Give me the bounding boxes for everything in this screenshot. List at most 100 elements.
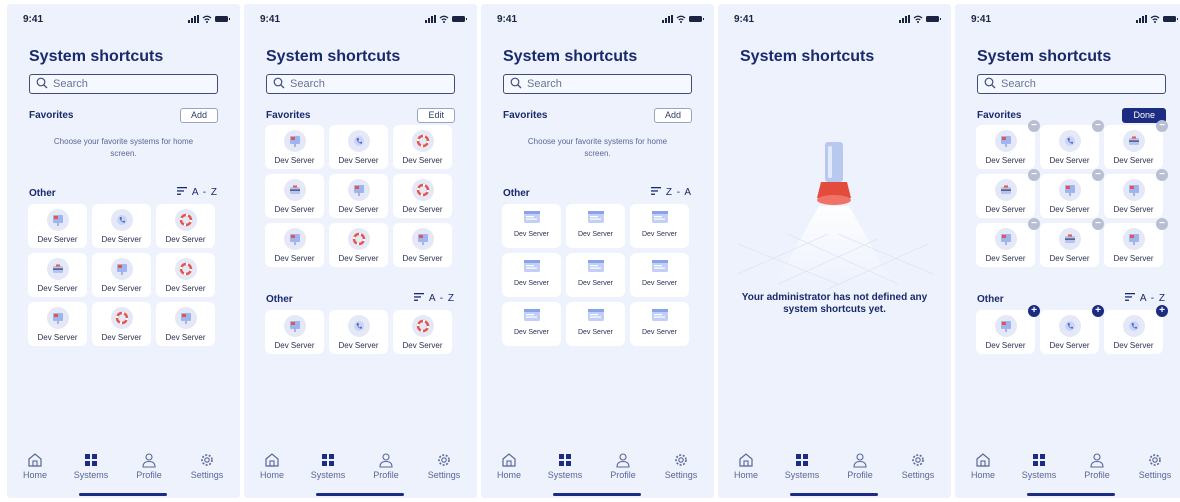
favorites-add-button[interactable]: Add bbox=[179, 108, 218, 123]
system-card-label: Dev Server bbox=[338, 205, 379, 214]
add-favorite-button[interactable]: + bbox=[1092, 305, 1104, 317]
search-input[interactable]: Search bbox=[977, 74, 1166, 94]
system-card[interactable]: Dev Server bbox=[630, 253, 689, 297]
tab-profile[interactable]: Profile bbox=[125, 452, 173, 480]
tab-settings[interactable]: Settings bbox=[183, 452, 231, 480]
tab-home[interactable]: Home bbox=[485, 452, 533, 480]
system-card[interactable]: Dev Server + bbox=[1040, 305, 1104, 354]
system-card[interactable]: Dev Server bbox=[393, 310, 452, 354]
system-card[interactable]: Dev Server − bbox=[976, 169, 1040, 218]
system-card[interactable]: Dev Server bbox=[28, 204, 87, 248]
system-card[interactable]: Dev Server − bbox=[1104, 218, 1168, 267]
tab-settings[interactable]: Settings bbox=[420, 452, 468, 480]
tab-profile[interactable]: Profile bbox=[599, 452, 647, 480]
tab-home[interactable]: Home bbox=[248, 452, 296, 480]
tab-profile[interactable]: Profile bbox=[362, 452, 410, 480]
person-icon bbox=[378, 452, 394, 468]
search-input[interactable]: Search bbox=[503, 74, 692, 94]
system-card[interactable]: Dev Server bbox=[92, 204, 151, 248]
system-card[interactable]: Dev Server bbox=[502, 253, 561, 297]
system-card[interactable]: Dev Server + bbox=[1104, 305, 1168, 354]
remove-favorite-button[interactable]: − bbox=[1092, 169, 1104, 181]
tab-label: Home bbox=[733, 470, 758, 480]
tab-systems[interactable]: Systems bbox=[304, 452, 352, 480]
system-card[interactable]: Dev Server − bbox=[1040, 169, 1104, 218]
lifebuoy-icon bbox=[110, 307, 133, 329]
system-card[interactable]: Dev Server bbox=[265, 174, 324, 218]
sort-toggle[interactable]: Z - A bbox=[650, 187, 692, 198]
system-card[interactable]: Dev Server bbox=[28, 302, 87, 346]
remove-favorite-button[interactable]: − bbox=[1028, 169, 1040, 181]
system-card[interactable]: Dev Server bbox=[329, 125, 388, 169]
system-card[interactable]: Dev Server bbox=[92, 302, 151, 346]
tab-systems[interactable]: Systems bbox=[541, 452, 589, 480]
tab-profile[interactable]: Profile bbox=[836, 452, 884, 480]
system-card[interactable]: Dev Server − bbox=[976, 218, 1040, 267]
sort-toggle[interactable]: A - Z bbox=[176, 187, 218, 198]
tab-systems[interactable]: Systems bbox=[1015, 452, 1063, 480]
browser-icon bbox=[650, 258, 670, 274]
search-input[interactable]: Search bbox=[266, 74, 455, 94]
tab-settings[interactable]: Settings bbox=[1131, 452, 1179, 480]
system-card[interactable]: Dev Server bbox=[156, 302, 215, 346]
sort-toggle[interactable]: A - Z bbox=[413, 293, 455, 304]
system-card[interactable]: Dev Server bbox=[92, 253, 151, 297]
system-card[interactable]: Dev Server bbox=[502, 302, 561, 346]
remove-favorite-button[interactable]: − bbox=[1156, 120, 1168, 132]
favorites-label: Favorites bbox=[977, 110, 1022, 121]
system-card[interactable]: Dev Server bbox=[329, 174, 388, 218]
system-card-label: Dev Server bbox=[513, 231, 549, 238]
signal-icon bbox=[188, 15, 199, 23]
sort-toggle[interactable]: A - Z bbox=[1124, 293, 1166, 304]
system-card[interactable]: Dev Server − bbox=[1040, 120, 1104, 169]
tab-settings[interactable]: Settings bbox=[894, 452, 942, 480]
system-card[interactable]: Dev Server bbox=[502, 204, 561, 248]
favorites-add-button[interactable]: Add bbox=[653, 108, 692, 123]
tab-systems[interactable]: Systems bbox=[67, 452, 115, 480]
sort-icon bbox=[650, 187, 661, 198]
system-card[interactable]: Dev Server bbox=[28, 253, 87, 297]
system-card[interactable]: Dev Server bbox=[566, 204, 625, 248]
system-card[interactable]: Dev Server bbox=[156, 253, 215, 297]
system-card[interactable]: Dev Server bbox=[393, 125, 452, 169]
add-favorite-button[interactable]: + bbox=[1156, 305, 1168, 317]
system-card[interactable]: Dev Server − bbox=[1040, 218, 1104, 267]
system-card-label: Dev Server bbox=[1049, 341, 1090, 350]
tab-home[interactable]: Home bbox=[959, 452, 1007, 480]
remove-favorite-button[interactable]: − bbox=[1156, 169, 1168, 181]
tab-settings[interactable]: Settings bbox=[657, 452, 705, 480]
system-card-label: Dev Server bbox=[577, 329, 613, 336]
sort-label: A - Z bbox=[191, 187, 218, 198]
remove-favorite-button[interactable]: − bbox=[1092, 218, 1104, 230]
tab-profile[interactable]: Profile bbox=[1073, 452, 1121, 480]
remove-favorite-button[interactable]: − bbox=[1092, 120, 1104, 132]
system-card[interactable]: Dev Server bbox=[566, 253, 625, 297]
favorites-edit-button[interactable]: Edit bbox=[417, 108, 455, 123]
sort-label: Z - A bbox=[665, 187, 692, 198]
remove-favorite-button[interactable]: − bbox=[1028, 218, 1040, 230]
remove-favorite-button[interactable]: − bbox=[1156, 218, 1168, 230]
system-card[interactable]: Dev Server − bbox=[976, 120, 1040, 169]
system-card[interactable]: Dev Server bbox=[156, 204, 215, 248]
search-input[interactable]: Search bbox=[29, 74, 218, 94]
system-card[interactable]: Dev Server − bbox=[1104, 120, 1168, 169]
system-card[interactable]: Dev Server − bbox=[1104, 169, 1168, 218]
system-card[interactable]: Dev Server bbox=[393, 174, 452, 218]
system-card[interactable]: Dev Server bbox=[630, 302, 689, 346]
system-card[interactable]: Dev Server bbox=[265, 310, 324, 354]
system-card[interactable]: Dev Server bbox=[393, 223, 452, 267]
tab-home[interactable]: Home bbox=[11, 452, 59, 480]
system-card[interactable]: Dev Server bbox=[329, 310, 388, 354]
system-card[interactable]: Dev Server bbox=[566, 302, 625, 346]
tab-label: Systems bbox=[1021, 470, 1057, 480]
system-card[interactable]: Dev Server bbox=[265, 223, 324, 267]
system-card[interactable]: Dev Server bbox=[630, 204, 689, 248]
tab-home[interactable]: Home bbox=[722, 452, 770, 480]
tab-systems[interactable]: Systems bbox=[778, 452, 826, 480]
system-card[interactable]: Dev Server bbox=[329, 223, 388, 267]
system-card[interactable]: Dev Server + bbox=[976, 305, 1040, 354]
system-card[interactable]: Dev Server bbox=[265, 125, 324, 169]
remove-favorite-button[interactable]: − bbox=[1028, 120, 1040, 132]
add-favorite-button[interactable]: + bbox=[1028, 305, 1040, 317]
status-bar: 9:41 bbox=[497, 14, 704, 28]
